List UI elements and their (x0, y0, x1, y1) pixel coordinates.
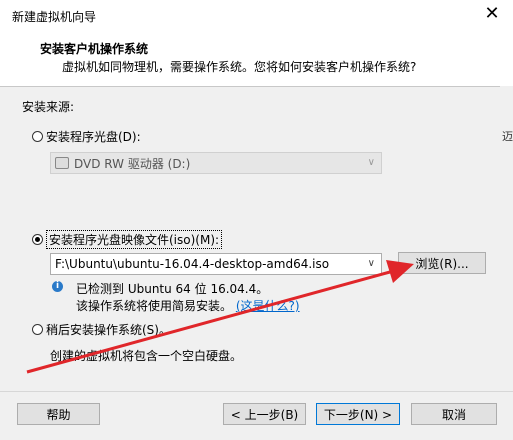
chevron-down-icon: ∨ (367, 157, 375, 168)
radio-install-iso-label[interactable]: 安装程序光盘映像文件(iso)(M): (46, 230, 223, 249)
radio-dot-selected[interactable] (32, 234, 43, 245)
iso-path-combo[interactable]: F:\Ubuntu\ubuntu-16.04.4-desktop-amd64.i… (50, 253, 382, 275)
disc-drive-icon (55, 157, 69, 169)
next-button[interactable]: 下一步(N) > (316, 403, 400, 425)
wizard-header: 安装客户机操作系统 虚拟机如同物理机，需要操作系统。您将如何安装客户机操作系统? (0, 30, 513, 87)
window-title: 新建虚拟机向导 (12, 10, 97, 24)
side-fragment-text: 迈 (502, 130, 513, 143)
install-later-description: 创建的虚拟机将包含一个空白硬盘。 (50, 349, 243, 363)
page-subtitle: 虚拟机如同物理机，需要操作系统。您将如何安装客户机操作系统? (62, 60, 417, 74)
source-label: 安装来源: (22, 100, 75, 114)
help-button[interactable]: 帮助 (17, 403, 100, 425)
footer-bar: 帮助 < 上一步(B) 下一步(N) > 取消 (0, 392, 513, 440)
radio-install-disc[interactable]: 安装程序光盘(D): (32, 128, 141, 145)
detect-line-2: 该操作系统将使用简易安装。 (这是什么?) (76, 297, 300, 314)
iso-path-value[interactable]: F:\Ubuntu\ubuntu-16.04.4-desktop-amd64.i… (55, 257, 329, 271)
chevron-down-icon[interactable]: ∨ (368, 258, 375, 269)
radio-install-later-label[interactable]: 稍后安装操作系统(S)。 (46, 321, 171, 338)
close-icon[interactable]: ✕ (481, 3, 503, 25)
radio-install-iso[interactable]: 安装程序光盘映像文件(iso)(M): (32, 230, 223, 249)
back-button[interactable]: < 上一步(B) (223, 403, 306, 425)
cancel-button[interactable]: 取消 (411, 403, 497, 425)
radio-dot[interactable] (32, 324, 43, 335)
radio-install-later[interactable]: 稍后安装操作系统(S)。 (32, 321, 171, 338)
page-title: 安装客户机操作系统 (40, 42, 149, 56)
info-icon: i (52, 281, 63, 292)
detect-line-1: 已检测到 Ubuntu 64 位 16.04.4。 (76, 282, 269, 296)
drive-select-value: DVD RW 驱动器 (D:) (74, 156, 191, 171)
title-bar: 新建虚拟机向导 ✕ (0, 0, 513, 30)
what-is-this-link[interactable]: (这是什么?) (236, 299, 300, 313)
radio-install-disc-label[interactable]: 安装程序光盘(D): (46, 128, 141, 145)
radio-dot[interactable] (32, 131, 43, 142)
detect-line-2-text: 该操作系统将使用简易安装。 (76, 299, 233, 313)
browse-button[interactable]: 浏览(R)... (398, 252, 486, 274)
drive-select[interactable]: DVD RW 驱动器 (D:) ∨ (50, 152, 382, 174)
background-window-strip: 迈 (500, 86, 513, 386)
